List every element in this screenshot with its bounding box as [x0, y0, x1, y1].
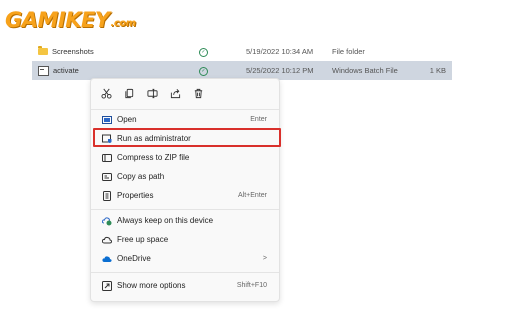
cut-icon[interactable] [99, 85, 113, 101]
menu-separator [91, 109, 279, 110]
open-icon [102, 115, 112, 125]
menu-item-copy-as-path[interactable]: Copy as path [95, 168, 275, 185]
menu-item-label: OneDrive [117, 254, 151, 263]
cloud-outline-icon [102, 235, 112, 245]
menu-item-properties[interactable]: Properties Alt+Enter [95, 187, 275, 204]
menu-item-free-up-space[interactable]: Free up space [95, 231, 275, 248]
file-list: Screenshots ✓ 5/19/2022 10:34 AM File fo… [32, 42, 452, 80]
menu-item-label: Open [117, 115, 137, 124]
menu-item-onedrive[interactable]: OneDrive > [95, 250, 275, 267]
delete-icon[interactable] [191, 85, 205, 101]
menu-item-shortcut: Alt+Enter [238, 192, 267, 199]
menu-item-label: Free up space [117, 235, 169, 244]
file-type: File folder [332, 47, 365, 56]
file-type: Windows Batch File [332, 66, 398, 75]
chevron-right-icon: > [262, 255, 267, 262]
admin-shield-icon [102, 134, 112, 144]
batch-file-icon [38, 65, 49, 76]
menu-item-label: Always keep on this device [117, 216, 214, 225]
file-date: 5/25/2022 10:12 PM [246, 66, 314, 75]
share-icon[interactable] [168, 85, 182, 101]
logo-suffix: .com [110, 18, 137, 29]
more-options-icon [102, 280, 112, 291]
zip-icon [102, 153, 112, 163]
file-name-cell: activate [38, 65, 79, 76]
menu-item-shortcut: Enter [250, 116, 267, 123]
menu-item-always-keep[interactable]: Always keep on this device [95, 212, 275, 229]
file-name: Screenshots [52, 47, 94, 56]
gamikey-logo: GAMIKEY .com [5, 6, 136, 32]
menu-item-label: Compress to ZIP file [117, 153, 190, 162]
file-row-screenshots[interactable]: Screenshots ✓ 5/19/2022 10:34 AM File fo… [32, 42, 452, 61]
properties-icon [102, 190, 112, 201]
logo-text: GAMIKEY [5, 8, 110, 32]
menu-item-label: Properties [117, 191, 154, 200]
file-name: activate [53, 66, 79, 75]
menu-item-label: Run as administrator [117, 134, 191, 143]
menu-separator [91, 209, 279, 210]
menu-item-compress-to-zip[interactable]: Compress to ZIP file [95, 149, 275, 166]
copy-path-icon [102, 172, 112, 182]
sync-status: ✓ [199, 46, 208, 57]
menu-item-label: Show more options [117, 281, 186, 290]
menu-item-shortcut: Shift+F10 [236, 282, 267, 289]
onedrive-icon [102, 254, 112, 264]
file-date: 5/19/2022 10:34 AM [246, 47, 314, 56]
menu-item-run-as-administrator[interactable]: Run as administrator [93, 128, 281, 147]
menu-item-open[interactable]: Open Enter [95, 111, 275, 128]
context-menu: Open Enter Run as administrator Compress… [90, 78, 281, 302]
menu-item-show-more-options[interactable]: Show more options Shift+F10 [95, 277, 275, 294]
copy-icon[interactable] [122, 85, 136, 101]
menu-separator [91, 272, 279, 273]
check-circle-icon: ✓ [199, 67, 208, 76]
file-name-cell: Screenshots [38, 46, 94, 56]
folder-icon [38, 46, 48, 55]
check-circle-icon: ✓ [199, 48, 208, 57]
quick-actions-bar [91, 85, 279, 105]
cloud-keep-icon [102, 216, 112, 226]
sync-status: ✓ [199, 65, 208, 76]
menu-item-label: Copy as path [117, 172, 165, 181]
rename-icon[interactable] [145, 85, 159, 101]
file-size: 1 KB [429, 66, 446, 75]
